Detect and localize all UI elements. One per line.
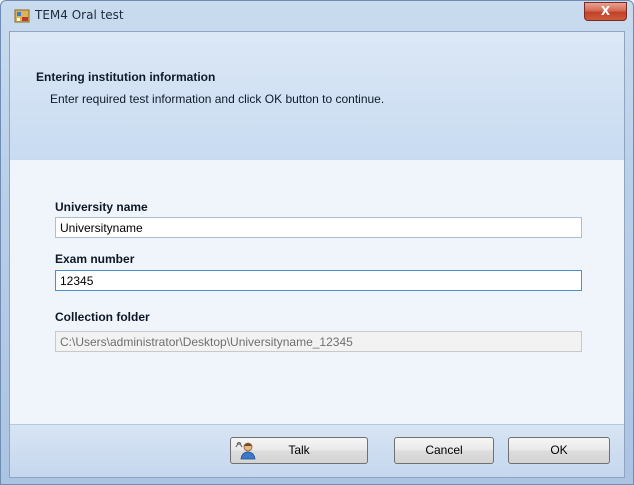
- cancel-button[interactable]: Cancel: [394, 437, 494, 464]
- dialog-client-area: Entering institution information Enter r…: [9, 31, 625, 478]
- close-icon: X: [600, 4, 611, 18]
- dialog-window: TEM4 Oral test X Entering institution in…: [0, 0, 634, 485]
- title-bar[interactable]: TEM4 Oral test X: [1, 1, 633, 31]
- form-panel: University name Exam number Collection f…: [10, 160, 624, 426]
- header-panel: Entering institution information Enter r…: [10, 32, 624, 161]
- talk-button[interactable]: Talk: [230, 437, 368, 464]
- talk-button-label: Talk: [288, 443, 310, 457]
- header-title: Entering institution information: [36, 70, 216, 84]
- collection-folder-label: Collection folder: [55, 310, 150, 324]
- university-name-label: University name: [55, 200, 148, 214]
- window-title: TEM4 Oral test: [35, 8, 124, 22]
- ok-button[interactable]: OK: [508, 437, 610, 464]
- university-name-field[interactable]: [55, 217, 582, 238]
- header-subtitle: Enter required test information and clic…: [50, 92, 385, 106]
- close-button[interactable]: X: [584, 2, 627, 21]
- collection-folder-field: [55, 331, 582, 352]
- button-bar: Talk Cancel OK: [10, 424, 624, 477]
- exam-number-label: Exam number: [55, 252, 135, 266]
- app-icon: [14, 9, 30, 23]
- exam-number-field[interactable]: [55, 270, 582, 291]
